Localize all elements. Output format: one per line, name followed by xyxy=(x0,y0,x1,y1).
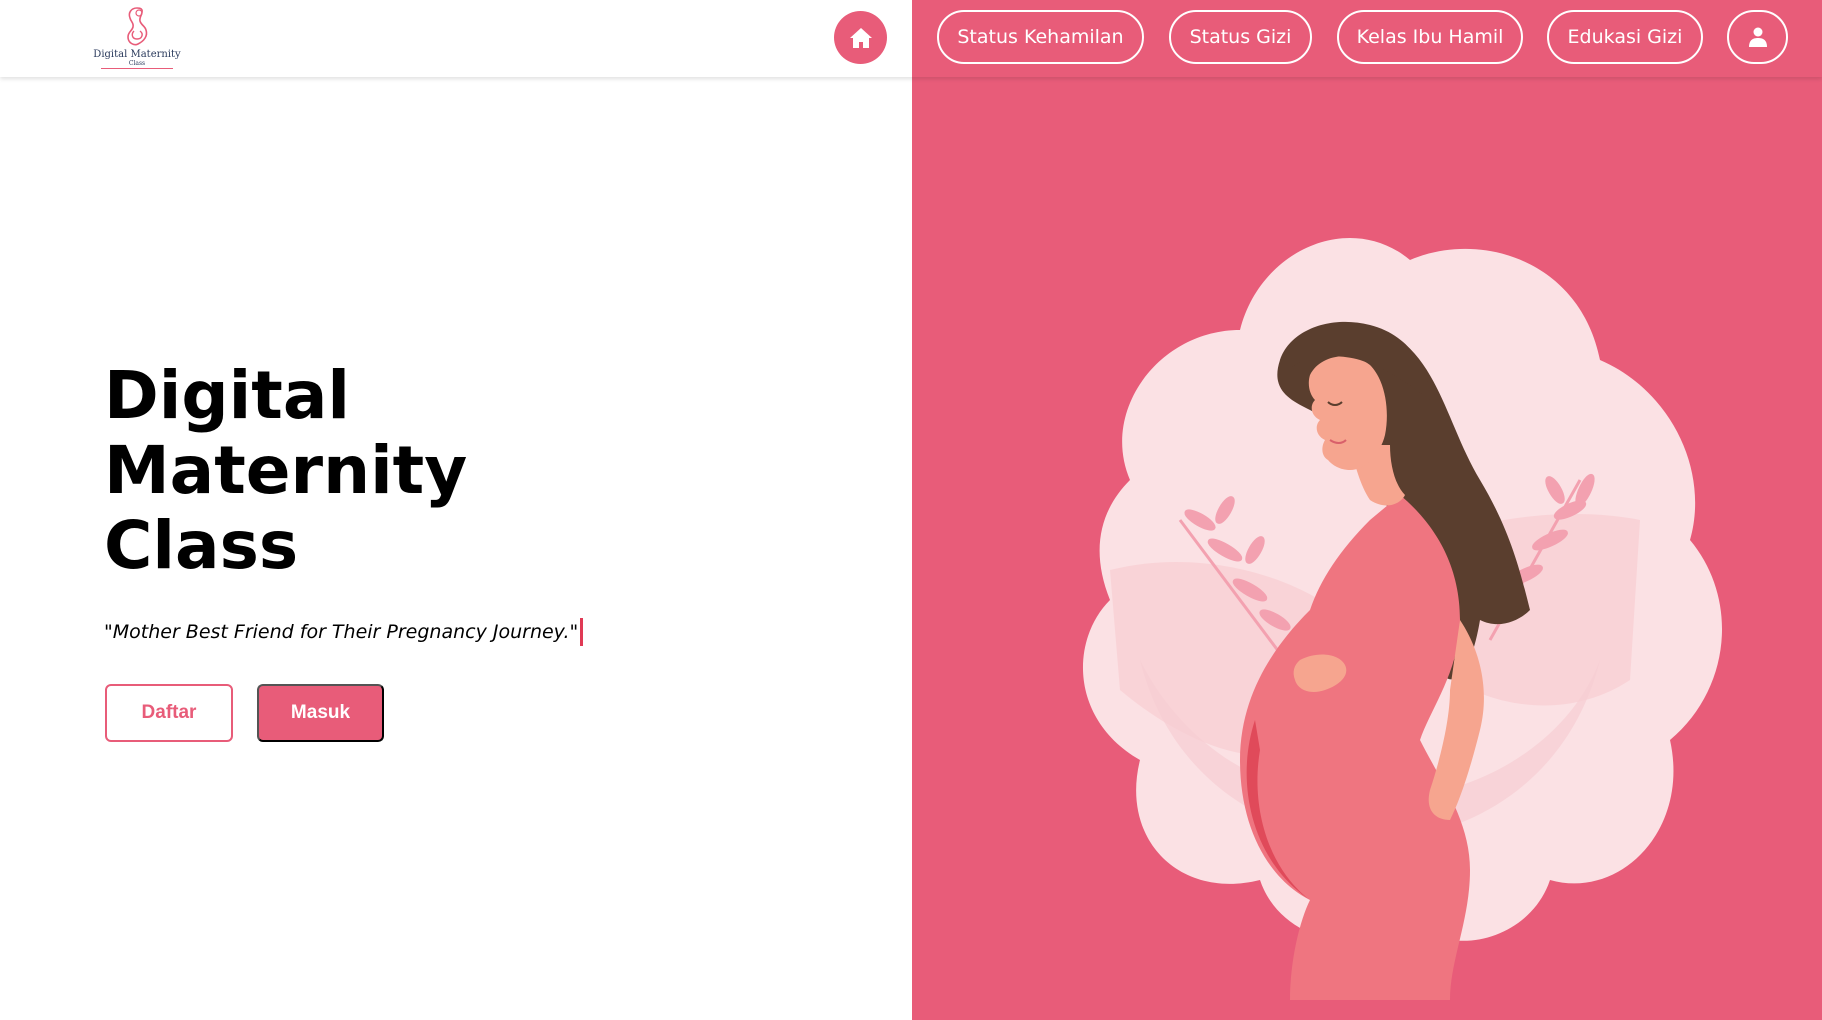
nav-kelas-ibu-hamil[interactable]: Kelas Ibu Hamil xyxy=(1337,10,1523,64)
register-button[interactable]: Daftar xyxy=(105,684,233,742)
logo-text: Digital Maternity xyxy=(93,49,181,60)
typing-cursor xyxy=(580,618,584,646)
nav-status-gizi[interactable]: Status Gizi xyxy=(1169,10,1312,64)
nav-label: Edukasi Gizi xyxy=(1567,26,1683,48)
nav-label: Status Kehamilan xyxy=(957,26,1124,48)
mother-baby-logo-icon xyxy=(127,7,148,46)
nav-edukasi-gizi[interactable]: Edukasi Gizi xyxy=(1547,10,1703,64)
pregnant-woman-illustration xyxy=(1082,237,1723,1000)
nav-label: Status Gizi xyxy=(1189,26,1292,48)
hero-title-line: Maternity xyxy=(104,432,468,509)
home-icon xyxy=(849,27,872,48)
logo-subtext: Class xyxy=(100,60,174,69)
user-icon xyxy=(1748,27,1767,47)
hero-title-line: Class xyxy=(104,507,299,584)
login-button[interactable]: Masuk xyxy=(257,684,384,742)
hero-tagline: "Mother Best Friend for Their Pregnancy … xyxy=(104,618,584,646)
hero-title-line: Digital xyxy=(104,357,350,434)
brand-logo[interactable]: Digital Maternity Class xyxy=(92,4,182,72)
nav-label: Kelas Ibu Hamil xyxy=(1356,26,1504,48)
home-button[interactable] xyxy=(834,11,887,64)
top-navbar: Digital Maternity Class Status Kehamilan… xyxy=(0,0,1822,77)
nav-status-kehamilan[interactable]: Status Kehamilan xyxy=(937,10,1144,64)
user-profile-button[interactable] xyxy=(1727,10,1788,64)
tagline-text: "Mother Best Friend for Their Pregnancy … xyxy=(104,621,579,643)
hero-title: Digital Maternity Class xyxy=(104,358,704,583)
